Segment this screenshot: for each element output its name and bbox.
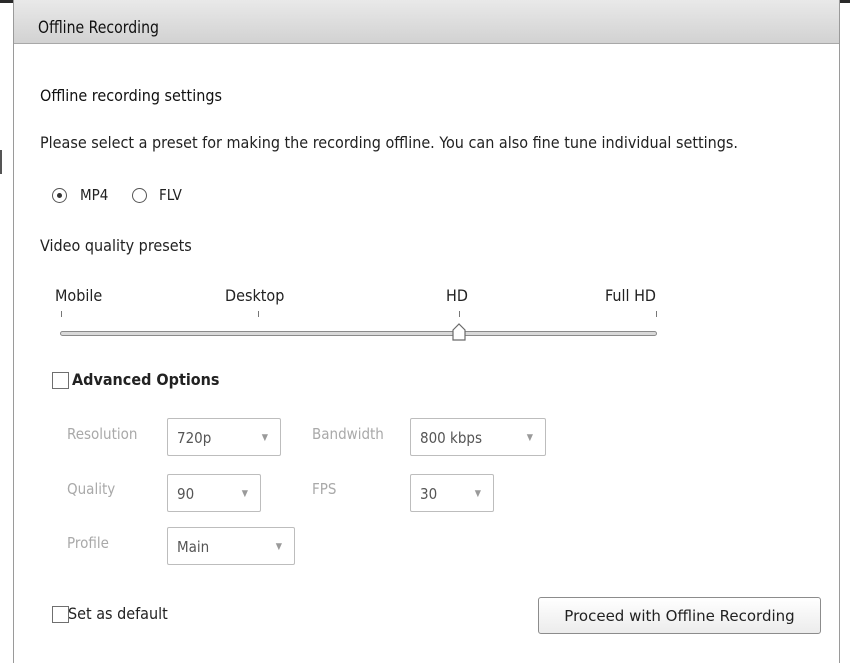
slider-thumb-icon[interactable] [452,323,466,341]
title-bar[interactable]: Offline Recording [14,0,839,44]
flv-radio-label[interactable]: FLV [159,186,182,204]
bandwidth-value: 800 kbps [420,429,483,447]
quality-label: Quality [67,480,116,498]
set-default-checkbox[interactable] [52,606,69,623]
chevron-down-icon: ▼ [241,489,248,499]
chevron-down-icon: ▼ [474,489,481,499]
mp4-radio[interactable] [52,188,67,203]
fps-select[interactable]: 30 ▼ [410,474,494,512]
profile-label: Profile [67,534,109,552]
slider-tick [459,311,460,317]
preset-label-desktop[interactable]: Desktop [225,286,284,305]
dialog-title: Offline Recording [38,18,159,38]
mp4-radio-label[interactable]: MP4 [80,186,108,204]
settings-heading: Offline recording settings [40,86,222,105]
fps-label: FPS [312,480,337,498]
proceed-offline-recording-button[interactable]: Proceed with Offline Recording [538,597,821,634]
preset-label-full-hd[interactable]: Full HD [605,286,656,305]
flv-radio[interactable] [132,188,147,203]
preset-label-hd[interactable]: HD [446,286,468,305]
chevron-down-icon: ▼ [526,433,533,443]
settings-description: Please select a preset for making the re… [40,133,738,152]
quality-slider-track[interactable] [60,331,657,336]
slider-tick [61,311,62,317]
bandwidth-label: Bandwidth [312,425,384,443]
profile-select[interactable]: Main ▼ [167,527,295,565]
slider-tick [656,311,657,317]
set-default-label[interactable]: Set as default [68,604,168,623]
chevron-down-icon: ▼ [261,433,268,443]
quality-value: 90 [177,485,195,503]
fps-value: 30 [420,485,438,503]
resolution-label: Resolution [67,425,138,443]
advanced-options-label[interactable]: Advanced Options [72,370,219,389]
window-left-marker [0,150,2,174]
preset-label-mobile[interactable]: Mobile [55,286,102,305]
chevron-down-icon: ▼ [275,542,282,552]
advanced-options-checkbox[interactable] [52,372,69,389]
quality-select[interactable]: 90 ▼ [167,474,261,512]
resolution-value: 720p [177,429,212,447]
profile-value: Main [177,538,210,556]
slider-tick [258,311,259,317]
presets-label: Video quality presets [40,236,192,255]
resolution-select[interactable]: 720p ▼ [167,418,281,456]
bandwidth-select[interactable]: 800 kbps ▼ [410,418,546,456]
